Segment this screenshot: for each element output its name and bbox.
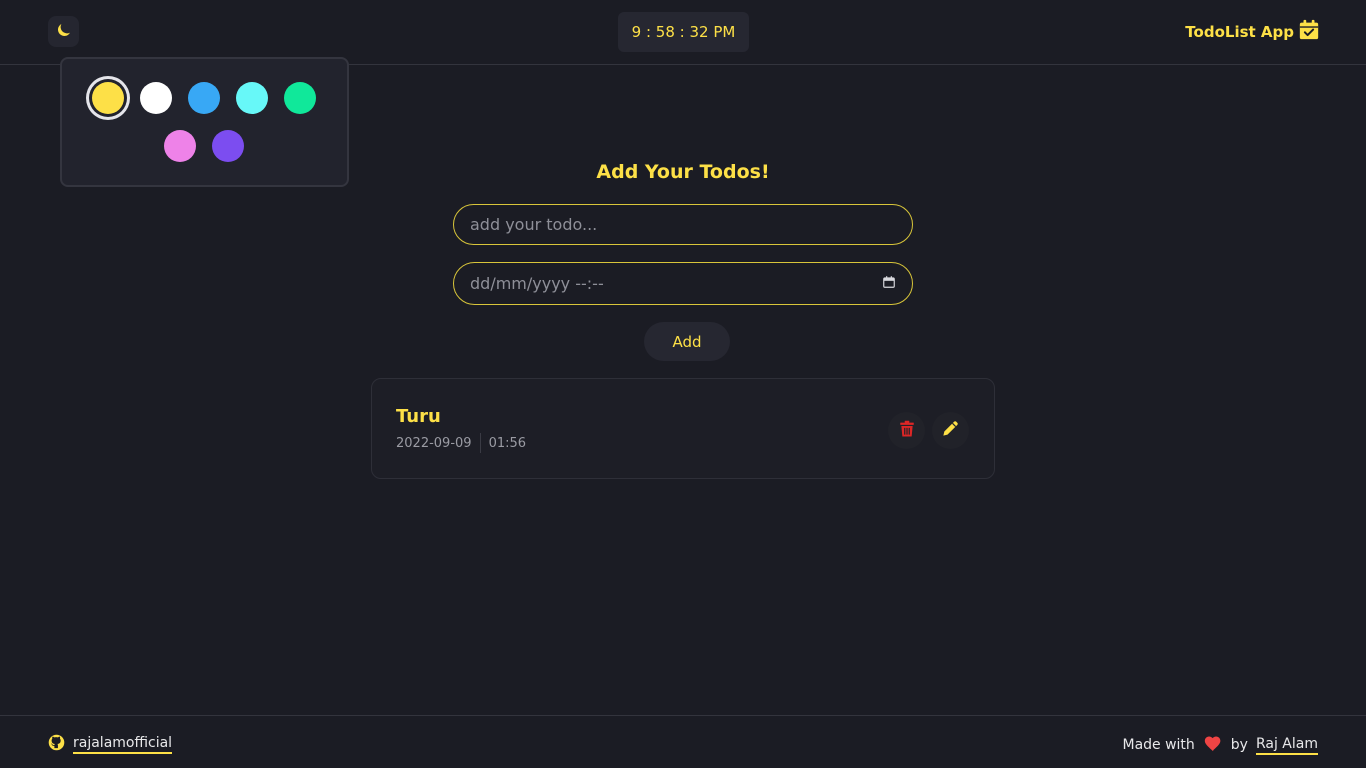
todo-input[interactable] bbox=[453, 204, 913, 245]
todo-time: 01:56 bbox=[488, 435, 527, 451]
todo-title: Turu bbox=[396, 406, 441, 427]
color-swatch-white[interactable] bbox=[140, 82, 172, 114]
add-button[interactable]: Add bbox=[644, 322, 730, 361]
color-swatch-cyan[interactable] bbox=[236, 82, 268, 114]
calendar-icon[interactable] bbox=[882, 274, 896, 293]
color-swatch-pink[interactable] bbox=[164, 130, 196, 162]
footer: rajalamofficial Made with by Raj Alam bbox=[0, 715, 1366, 768]
color-swatch-blue[interactable] bbox=[188, 82, 220, 114]
calendar-check-icon bbox=[1298, 19, 1320, 45]
pencil-icon bbox=[941, 419, 960, 442]
top-bar: 9 : 58 : 32 PM TodoList App bbox=[0, 0, 1366, 65]
edit-button[interactable] bbox=[932, 412, 969, 449]
made-with-text: Made with bbox=[1122, 737, 1195, 753]
datetime-input[interactable]: dd/mm/yyyy --:-- bbox=[453, 262, 913, 305]
author-link[interactable]: Raj Alam bbox=[1255, 736, 1318, 755]
delete-button[interactable] bbox=[888, 412, 925, 449]
todo-item: Turu 2022-09-09 01:56 bbox=[371, 378, 995, 479]
github-link[interactable]: rajalamofficial bbox=[48, 734, 173, 755]
form-title: Add Your Todos! bbox=[596, 161, 770, 183]
github-icon bbox=[48, 734, 65, 755]
brand-title: TodoList App bbox=[1185, 23, 1294, 41]
todo-app: 9 : 58 : 32 PM TodoList App Add Your Tod… bbox=[0, 0, 1366, 768]
datetime-placeholder: dd/mm/yyyy --:-- bbox=[470, 274, 604, 293]
color-swatch-purple[interactable] bbox=[212, 130, 244, 162]
todo-meta: 2022-09-09 01:56 bbox=[396, 433, 526, 453]
trash-icon bbox=[898, 419, 916, 443]
by-text: by bbox=[1230, 737, 1248, 753]
moon-icon bbox=[55, 21, 73, 43]
clock: 9 : 58 : 32 PM bbox=[618, 12, 749, 52]
github-username: rajalamofficial bbox=[73, 735, 173, 754]
color-swatch-green[interactable] bbox=[284, 82, 316, 114]
theme-toggle-button[interactable] bbox=[48, 16, 79, 47]
todo-date: 2022-09-09 bbox=[396, 435, 472, 451]
color-swatch-yellow[interactable] bbox=[92, 82, 124, 114]
brand: TodoList App bbox=[1185, 19, 1320, 45]
credits: Made with by Raj Alam bbox=[1122, 734, 1318, 756]
heart-icon bbox=[1203, 734, 1223, 756]
meta-divider bbox=[479, 433, 481, 453]
